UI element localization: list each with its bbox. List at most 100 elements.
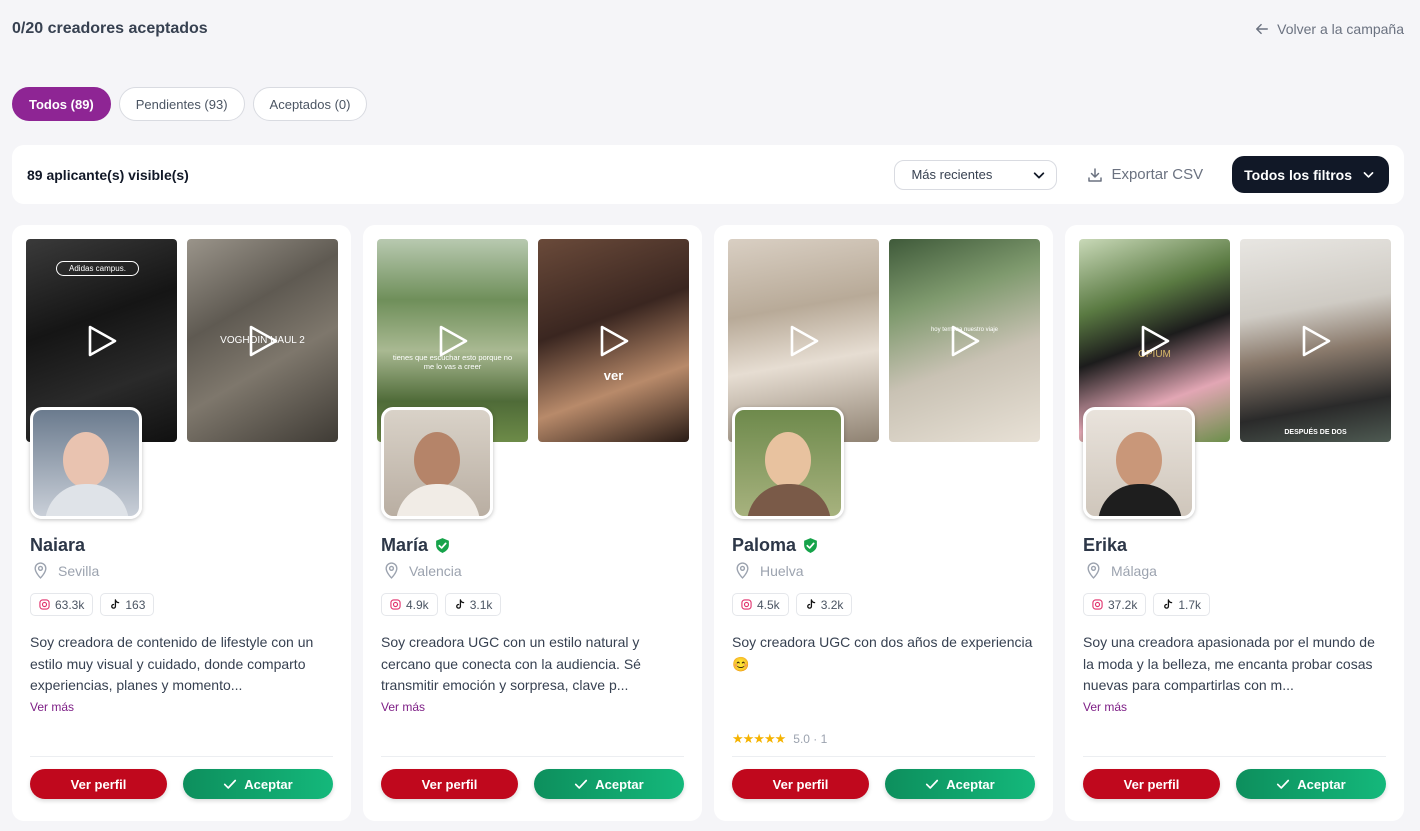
- arrow-left-icon: [1256, 23, 1269, 35]
- creator-name: Erika: [1083, 535, 1128, 555]
- tab-pendientes[interactable]: Pendientes (93): [118, 87, 245, 121]
- location-pin-icon: [385, 562, 398, 579]
- creator-bio: Soy creadora de contenido de lifestyle c…: [30, 634, 314, 693]
- download-icon: [1088, 167, 1103, 182]
- instagram-stat: 4.5k: [732, 593, 789, 616]
- video-thumbnail[interactable]: ver: [538, 239, 689, 442]
- view-profile-button[interactable]: Ver perfil: [732, 769, 869, 799]
- accept-button[interactable]: Aceptar: [1236, 769, 1386, 799]
- rating-value: 5.0 · 1: [793, 732, 828, 746]
- see-more-link[interactable]: Ver más: [381, 700, 425, 714]
- creator-location: Huelva: [734, 562, 804, 579]
- instagram-followers: 4.9k: [406, 597, 429, 612]
- view-profile-button[interactable]: Ver perfil: [381, 769, 518, 799]
- view-profile-button[interactable]: Ver perfil: [1083, 769, 1220, 799]
- tiktok-icon: [806, 599, 815, 609]
- video-thumbnail[interactable]: DESPUÉS DE DOS: [1240, 239, 1391, 442]
- export-csv-button[interactable]: Exportar CSV: [1087, 166, 1203, 183]
- instagram-stat: 37.2k: [1083, 593, 1147, 616]
- play-icon: [249, 325, 277, 356]
- back-to-campaign-link[interactable]: Volver a la campaña: [1255, 21, 1404, 37]
- tiktok-followers: 1.7k: [1178, 597, 1202, 612]
- tiktok-icon: [1164, 599, 1173, 609]
- tiktok-followers: 163: [125, 597, 146, 612]
- tab-todos[interactable]: Todos (89): [12, 87, 111, 121]
- all-filters-label: Todos los filtros: [1244, 166, 1352, 183]
- instagram-stat: 63.3k: [30, 593, 94, 616]
- check-icon: [926, 779, 939, 789]
- top-bar: 0/20 creadores aceptados Volver a la cam…: [12, 18, 1404, 40]
- see-more-link[interactable]: Ver más: [1083, 700, 1127, 714]
- location-label: Huelva: [760, 562, 804, 579]
- avatar[interactable]: [381, 407, 493, 519]
- check-icon: [1277, 779, 1290, 789]
- sort-select[interactable]: Más recientes: [894, 159, 1058, 190]
- see-more-link[interactable]: Ver más: [30, 700, 74, 714]
- export-csv-label: Exportar CSV: [1111, 166, 1204, 183]
- rating-stars: ★★★★★: [732, 731, 786, 746]
- tab-aceptados[interactable]: Aceptados (0): [252, 87, 368, 121]
- instagram-followers: 37.2k: [1108, 597, 1138, 612]
- applicants-count: 89 aplicante(s) visible(s): [27, 166, 189, 183]
- location-pin-icon: [34, 562, 47, 579]
- verified-icon: [804, 538, 817, 553]
- video-thumbnail[interactable]: hoy termina nuestro viaje: [889, 239, 1040, 442]
- tiktok-icon: [111, 599, 120, 609]
- chevron-down-icon: [1034, 171, 1045, 178]
- divider: [30, 756, 333, 757]
- instagram-icon: [741, 599, 752, 610]
- tiktok-followers: 3.2k: [820, 597, 844, 612]
- creator-name: Paloma: [732, 535, 797, 555]
- instagram-icon: [39, 599, 50, 610]
- avatar[interactable]: [30, 407, 142, 519]
- instagram-stat: 4.9k: [381, 593, 438, 616]
- accept-button[interactable]: Aceptar: [183, 769, 333, 799]
- creator-card: Adidas campus. VOGHOIN HAUL 2 Naiara Sev…: [12, 225, 351, 821]
- view-profile-button[interactable]: Ver perfil: [30, 769, 167, 799]
- accept-label: Aceptar: [595, 776, 644, 792]
- rating: ★★★★★ 5.0 · 1: [732, 731, 827, 747]
- play-icon: [88, 325, 116, 356]
- tiktok-stat: 163: [100, 593, 155, 616]
- location-pin-icon: [1087, 562, 1100, 579]
- location-pin-icon: [736, 562, 749, 579]
- location-label: Málaga: [1111, 562, 1157, 579]
- accept-label: Aceptar: [946, 776, 995, 792]
- play-icon: [600, 325, 628, 356]
- tiktok-followers: 3.1k: [469, 597, 493, 612]
- creator-card: OPIUM DESPUÉS DE DOS Erika Málaga 37.2k …: [1065, 225, 1404, 821]
- thumbnail-caption: ver: [603, 368, 624, 383]
- check-icon: [575, 779, 588, 789]
- thumbnail-caption: DESPUÉS DE DOS: [1284, 429, 1347, 436]
- creator-bio: Soy una creadora apasionada por el mundo…: [1083, 634, 1375, 693]
- divider: [381, 756, 684, 757]
- back-link-label: Volver a la campaña: [1277, 21, 1404, 37]
- video-thumbnail[interactable]: VOGHOIN HAUL 2: [187, 239, 338, 442]
- avatar[interactable]: [1083, 407, 1195, 519]
- accept-button[interactable]: Aceptar: [885, 769, 1035, 799]
- creator-location: Valencia: [383, 562, 462, 579]
- tiktok-stat: 3.1k: [444, 593, 502, 616]
- instagram-icon: [1092, 599, 1103, 610]
- accept-label: Aceptar: [1297, 776, 1346, 792]
- play-icon: [951, 325, 979, 356]
- sort-select-value: Más recientes: [911, 167, 993, 182]
- social-stats: 4.9k 3.1k: [381, 593, 502, 616]
- creator-name: Naiara: [30, 535, 86, 555]
- location-label: Sevilla: [58, 562, 100, 579]
- location-label: Valencia: [409, 562, 462, 579]
- all-filters-button[interactable]: Todos los filtros: [1232, 156, 1389, 193]
- verified-icon: [436, 538, 449, 553]
- creator-bio: Soy creadora UGC con un estilo natural y…: [381, 634, 641, 693]
- tiktok-stat: 3.2k: [795, 593, 853, 616]
- thumbnail-caption: Adidas campus.: [56, 261, 139, 276]
- play-icon: [1141, 325, 1169, 356]
- accept-label: Aceptar: [244, 776, 293, 792]
- instagram-followers: 4.5k: [757, 597, 780, 612]
- play-icon: [790, 325, 818, 356]
- creator-bio: Soy creadora UGC con dos años de experie…: [732, 634, 1033, 672]
- status-tabs: Todos (89) Pendientes (93) Aceptados (0): [12, 87, 368, 121]
- avatar[interactable]: [732, 407, 844, 519]
- accept-button[interactable]: Aceptar: [534, 769, 684, 799]
- creator-location: Sevilla: [32, 562, 99, 579]
